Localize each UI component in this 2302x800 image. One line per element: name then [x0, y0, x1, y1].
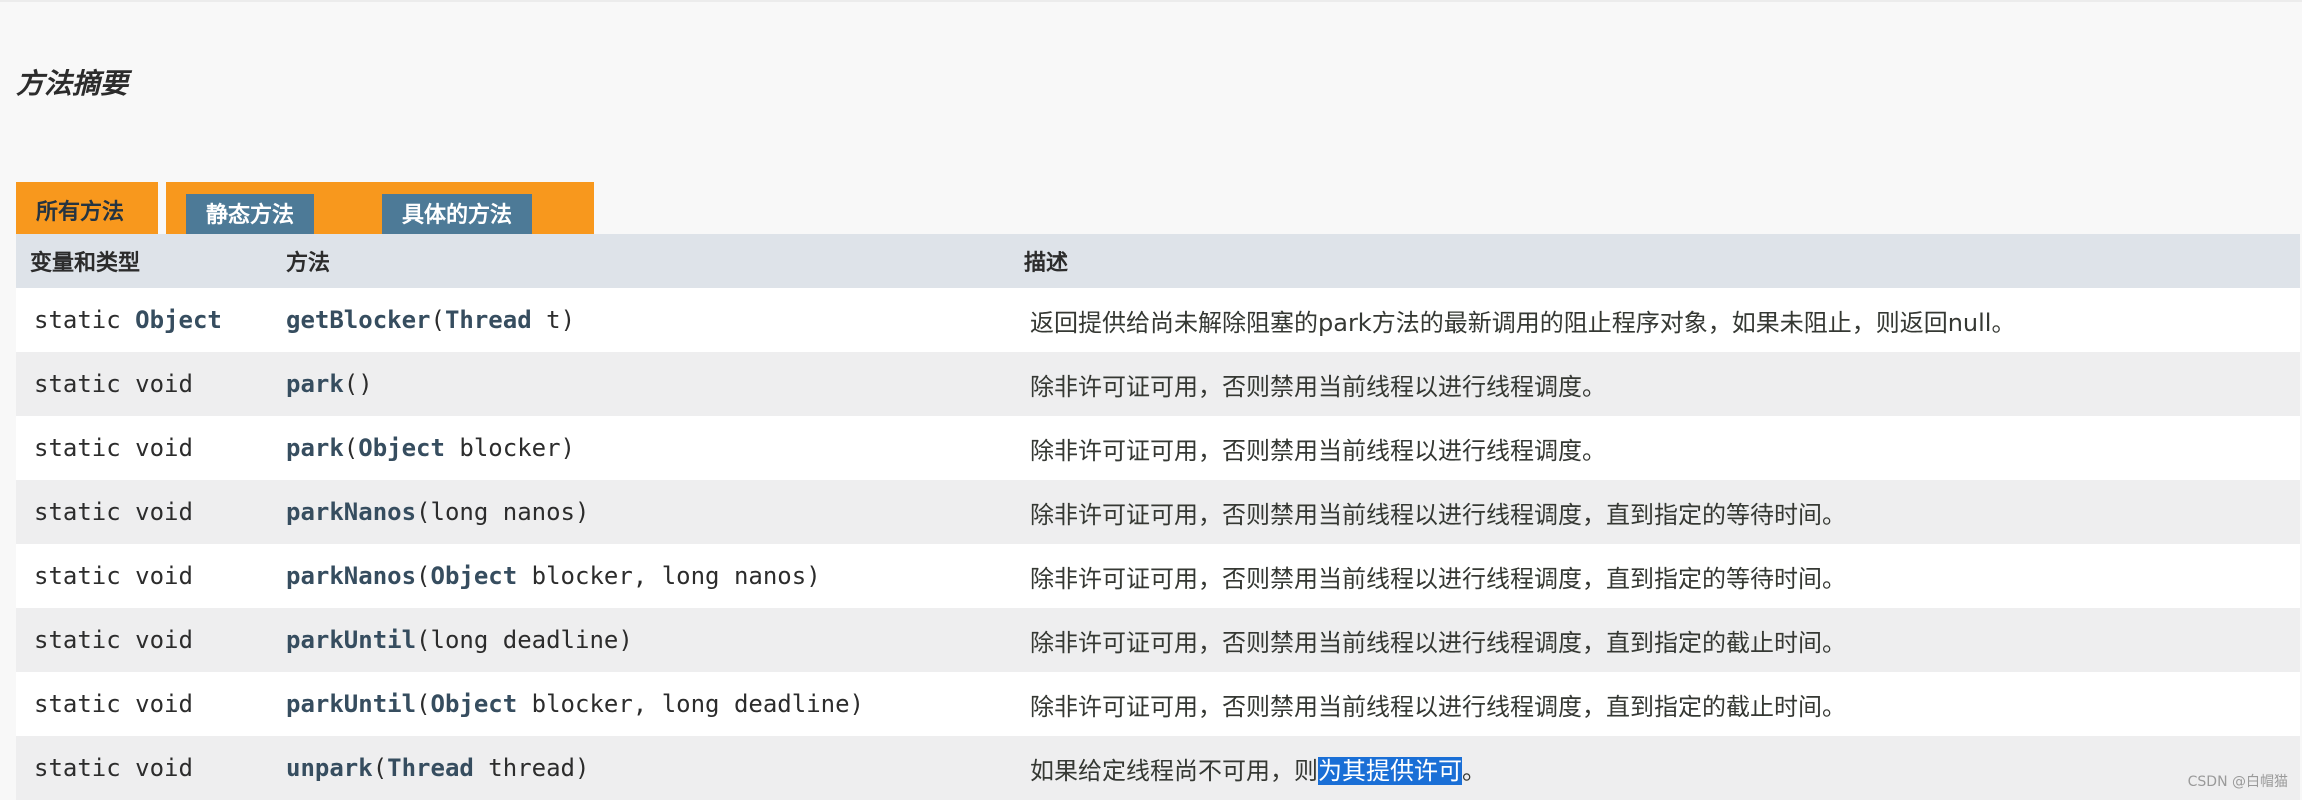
- return-type: void: [135, 754, 193, 782]
- method-link[interactable]: parkNanos: [286, 562, 416, 590]
- table-row: static void parkNanos(Object blocker, lo…: [16, 544, 2300, 608]
- modifier: static: [34, 498, 121, 526]
- method-summary-table: 变量和类型 方法 描述 static Object getBlocker(Thr…: [16, 234, 2300, 800]
- top-border: [0, 0, 2302, 2]
- method-signature-cell: parkUntil(Object blocker, long deadline): [272, 672, 1010, 736]
- table-row: static Object getBlocker(Thread t) 返回提供给…: [16, 288, 2300, 352]
- param-type-link[interactable]: Object: [358, 434, 445, 462]
- method-link[interactable]: park: [286, 434, 344, 462]
- method-signature-cell: park(Object blocker): [272, 416, 1010, 480]
- table-header-row: 变量和类型 方法 描述: [16, 234, 2300, 288]
- param-type-link[interactable]: Object: [431, 562, 518, 590]
- column-header-type: 变量和类型: [16, 234, 272, 288]
- param-type-link[interactable]: Thread: [387, 754, 474, 782]
- modifier: static: [34, 370, 121, 398]
- method-params: long deadline: [430, 626, 619, 654]
- modifier: static: [34, 434, 121, 462]
- method-link[interactable]: park: [286, 370, 344, 398]
- description-cell: 除非许可证可用，否则禁用当前线程以进行线程调度。: [1010, 416, 2300, 480]
- return-type: void: [135, 626, 193, 654]
- return-type: void: [135, 370, 193, 398]
- table-row: static void park() 除非许可证可用，否则禁用当前线程以进行线程…: [16, 352, 2300, 416]
- method-link[interactable]: getBlocker: [286, 306, 431, 334]
- method-signature-cell: getBlocker(Thread t): [272, 288, 1010, 352]
- method-params: t: [531, 306, 561, 334]
- table-row: static void parkNanos(long nanos) 除非许可证可…: [16, 480, 2300, 544]
- method-signature-cell: unpark(Thread thread): [272, 736, 1010, 800]
- modifier: static: [34, 754, 121, 782]
- method-params: long nanos: [430, 498, 576, 526]
- description-cell: 返回提供给尚未解除阻塞的park方法的最新调用的阻止程序对象，如果未阻止，则返回…: [1010, 288, 2300, 352]
- modifier-type-cell: static Object: [16, 288, 272, 352]
- table-row: static void park(Object blocker) 除非许可证可用…: [16, 416, 2300, 480]
- modifier-type-cell: static void: [16, 352, 272, 416]
- modifier: static: [34, 626, 121, 654]
- watermark: CSDN @白帽猫: [2187, 774, 2288, 790]
- modifier: static: [34, 690, 121, 718]
- description-cell: 除非许可证可用，否则禁用当前线程以进行线程调度，直到指定的截止时间。: [1010, 672, 2300, 736]
- tab-concrete-methods[interactable]: 具体的方法: [362, 182, 594, 234]
- section-title: 方法摘要: [16, 67, 129, 100]
- modifier-type-cell: static void: [16, 480, 272, 544]
- description-cell: 如果给定线程尚不可用，则为其提供许可。: [1010, 736, 2300, 800]
- table-row: static void parkUntil(Object blocker, lo…: [16, 672, 2300, 736]
- description-cell: 除非许可证可用，否则禁用当前线程以进行线程调度，直到指定的等待时间。: [1010, 480, 2300, 544]
- return-type: void: [135, 434, 193, 462]
- method-link[interactable]: parkNanos: [286, 498, 416, 526]
- selected-text[interactable]: 为其提供许可: [1318, 756, 1462, 785]
- method-signature-cell: parkUntil(long deadline): [272, 608, 1010, 672]
- return-type: void: [135, 498, 193, 526]
- method-params: blocker: [444, 434, 561, 462]
- return-type: void: [135, 690, 193, 718]
- modifier-type-cell: static void: [16, 736, 272, 800]
- description-text: 如果给定线程尚不可用，则: [1030, 756, 1318, 785]
- column-header-description: 描述: [1010, 234, 2300, 288]
- method-params: blocker, long deadline: [517, 690, 850, 718]
- modifier-type-cell: static void: [16, 544, 272, 608]
- method-params: blocker, long nanos: [517, 562, 807, 590]
- return-type: Object: [135, 306, 222, 334]
- method-signature-cell: parkNanos(long nanos): [272, 480, 1010, 544]
- method-params: thread: [473, 754, 576, 782]
- table-row: static void unpark(Thread thread) 如果给定线程…: [16, 736, 2300, 800]
- method-link[interactable]: parkUntil: [286, 690, 416, 718]
- method-link[interactable]: unpark: [286, 754, 373, 782]
- modifier: static: [34, 562, 121, 590]
- modifier-type-cell: static void: [16, 672, 272, 736]
- description-cell: 除非许可证可用，否则禁用当前线程以进行线程调度，直到指定的截止时间。: [1010, 608, 2300, 672]
- description-cell: 除非许可证可用，否则禁用当前线程以进行线程调度，直到指定的等待时间。: [1010, 544, 2300, 608]
- description-cell: 除非许可证可用，否则禁用当前线程以进行线程调度。: [1010, 352, 2300, 416]
- tab-static-methods-label: 静态方法: [186, 194, 315, 234]
- column-header-method: 方法: [272, 234, 1010, 288]
- param-type-link[interactable]: Thread: [445, 306, 532, 334]
- method-signature-cell: park(): [272, 352, 1010, 416]
- tab-all-methods-label: 所有方法: [36, 200, 125, 225]
- method-link[interactable]: parkUntil: [286, 626, 416, 654]
- param-type-link[interactable]: Object: [431, 690, 518, 718]
- modifier-type-cell: static void: [16, 416, 272, 480]
- modifier-type-cell: static void: [16, 608, 272, 672]
- description-text-end: 。: [1462, 756, 1486, 785]
- modifier: static: [34, 306, 121, 334]
- tab-concrete-methods-label: 具体的方法: [382, 194, 533, 234]
- tab-static-methods[interactable]: 静态方法: [166, 182, 372, 234]
- table-row: static void parkUntil(long deadline) 除非许…: [16, 608, 2300, 672]
- method-signature-cell: parkNanos(Object blocker, long nanos): [272, 544, 1010, 608]
- return-type: void: [135, 562, 193, 590]
- tab-all-methods[interactable]: 所有方法: [16, 182, 158, 234]
